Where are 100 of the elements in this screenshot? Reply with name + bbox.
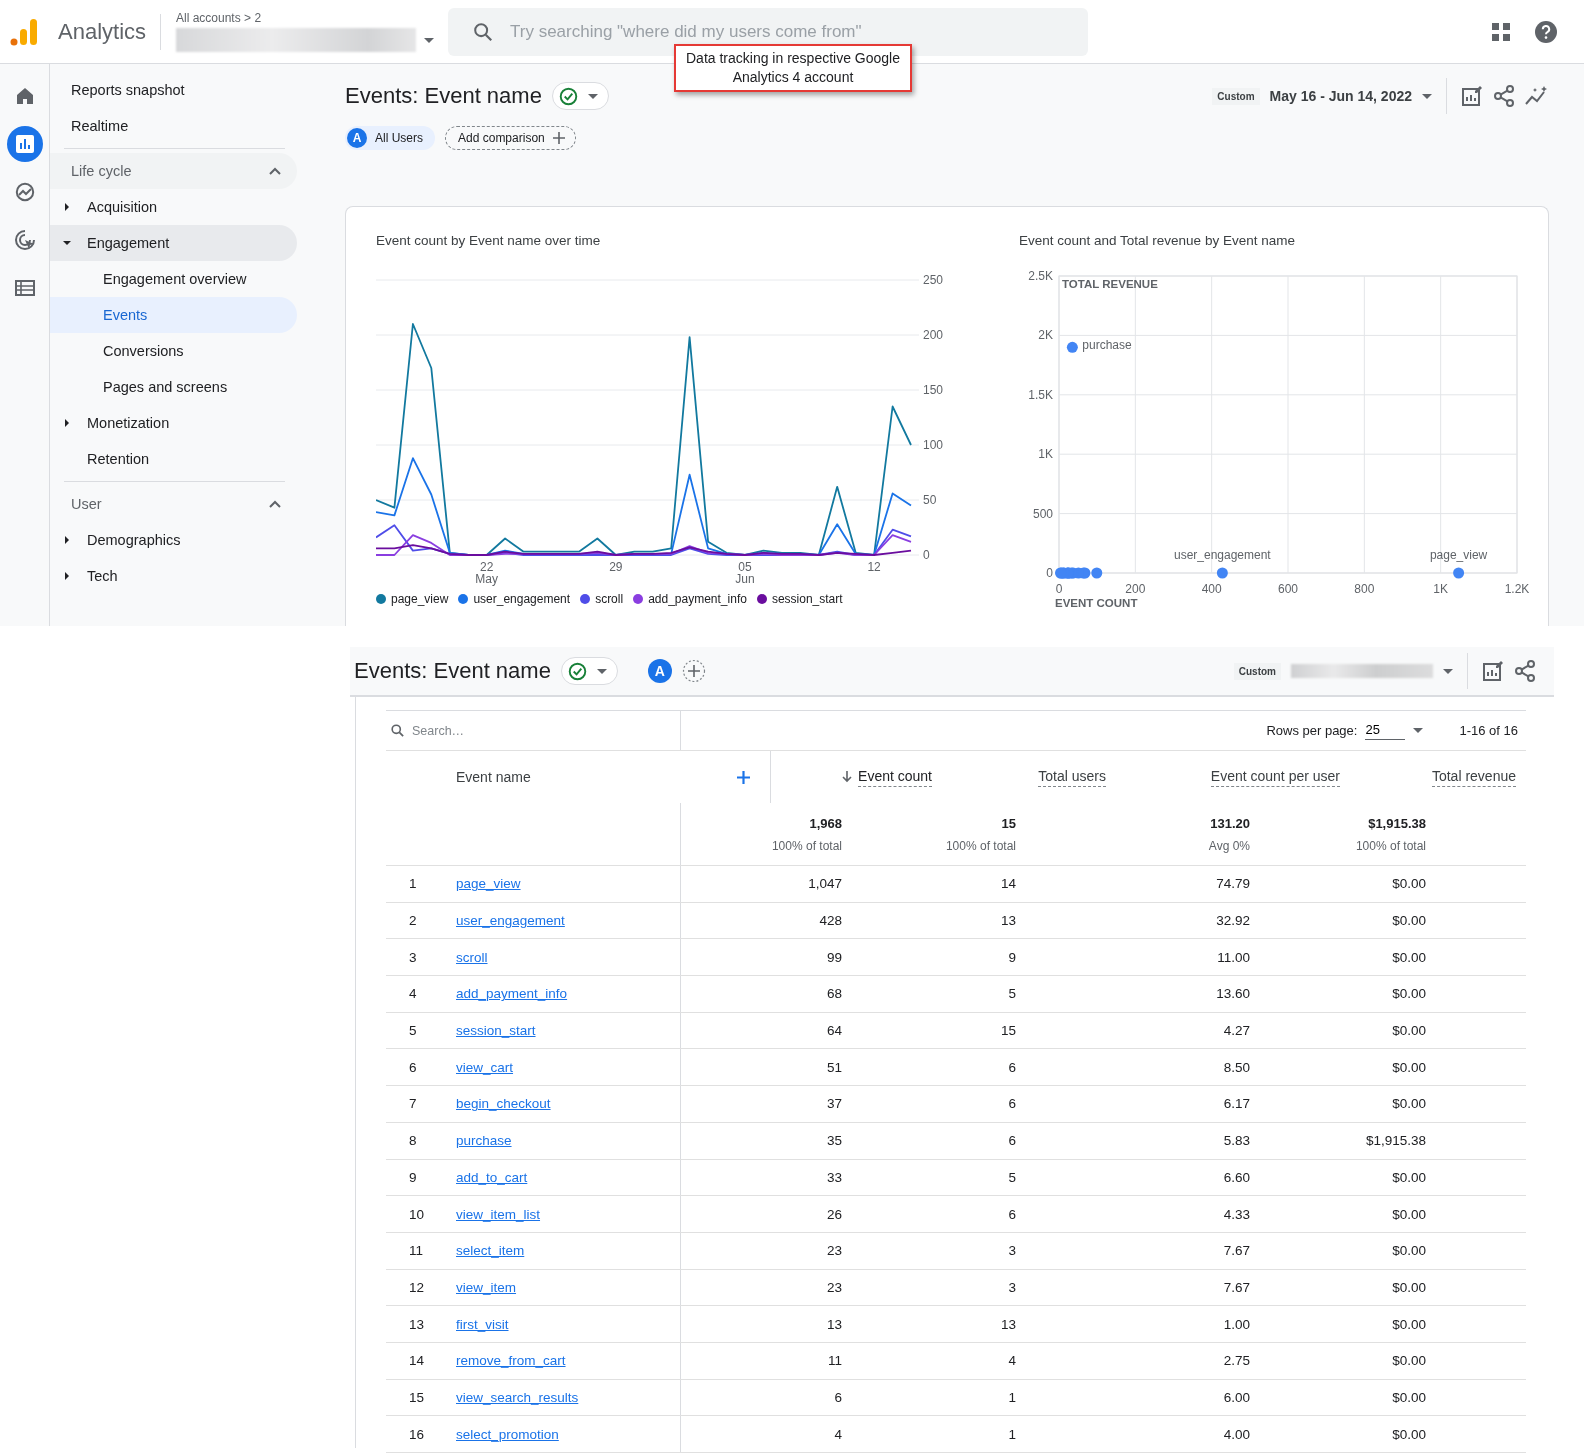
table-cell: 4 xyxy=(834,1426,842,1442)
table-cell: 37 xyxy=(826,1096,842,1112)
row-number: 1 xyxy=(408,876,418,892)
date-kind-chip: Custom xyxy=(1212,87,1260,105)
table-cell: $0.00 xyxy=(1392,876,1426,892)
y-axis-label: 150 xyxy=(923,383,944,397)
report-title: Events: Event name xyxy=(345,83,542,109)
table-cell: 4.33 xyxy=(1223,1206,1250,1222)
table-cell: $0.00 xyxy=(1392,1316,1426,1332)
total-note: 100% of total xyxy=(771,838,842,853)
legend-label: add_payment_info xyxy=(648,592,747,606)
total-value: 131.20 xyxy=(1210,815,1250,831)
total-note: Avg 0% xyxy=(1208,838,1250,853)
annotation-callout: Data tracking in respective Google Analytics 4 account xyxy=(674,44,912,92)
total-value: 1,968 xyxy=(809,815,842,831)
row-number: 8 xyxy=(408,1133,418,1149)
y-axis-title: TOTAL REVENUE xyxy=(1062,278,1158,290)
comparison-label: All Users xyxy=(375,131,423,145)
table-cell: 14 xyxy=(1000,876,1016,892)
avatar-badge: A xyxy=(347,128,367,148)
table-cell: 1.00 xyxy=(1223,1316,1250,1332)
x-axis-label: 22 May xyxy=(475,560,499,586)
table-cell: $0.00 xyxy=(1392,1389,1426,1405)
y-axis-label: 1.5K xyxy=(1028,387,1053,402)
y-axis-label: 2K xyxy=(1038,328,1053,343)
y-axis-label: 0 xyxy=(923,548,930,562)
table-cell: 1 xyxy=(1008,1389,1016,1405)
table-cell: 6 xyxy=(834,1389,842,1405)
table-cell: 3 xyxy=(1008,1243,1016,1259)
x-axis-label: 29 xyxy=(609,560,623,574)
y-axis-label: 250 xyxy=(923,273,944,287)
table-cell: 6 xyxy=(1008,1133,1016,1149)
chart-title: Event count and Total revenue by Event name xyxy=(1019,233,1296,248)
table-cell: 23 xyxy=(826,1279,842,1295)
row-number: 4 xyxy=(408,986,418,1002)
table-cell: $0.00 xyxy=(1392,1023,1426,1039)
y-axis-label: 100 xyxy=(923,438,944,452)
table-cell: 64 xyxy=(826,1023,842,1039)
table-cell: 5.83 xyxy=(1223,1133,1250,1149)
row-number: 5 xyxy=(408,1023,418,1039)
total-value: $1,915.38 xyxy=(1368,815,1426,831)
table-cell: $0.00 xyxy=(1392,1059,1426,1075)
table-cell: 428 xyxy=(819,913,842,929)
y-axis-label: 2.5K xyxy=(1028,269,1053,283)
x-axis-label: 0 xyxy=(1055,582,1063,596)
table-cell: 9 xyxy=(1008,949,1016,965)
date-kind-chip: Custom xyxy=(1233,662,1281,680)
legend-label: session_start xyxy=(771,592,843,606)
row-number: 3 xyxy=(408,949,418,965)
table-cell: $0.00 xyxy=(1392,913,1426,929)
table-cell: 13 xyxy=(826,1316,842,1332)
table-cell: $0.00 xyxy=(1392,1096,1426,1112)
x-axis-label: 05 Jun xyxy=(735,560,755,586)
table-cell: $0.00 xyxy=(1392,1353,1426,1369)
y-axis-label: 200 xyxy=(923,328,944,342)
table-cell: $0.00 xyxy=(1392,949,1426,965)
table-cell: 15 xyxy=(1000,1023,1016,1039)
row-number: 6 xyxy=(408,1059,418,1075)
row-number: 15 xyxy=(408,1389,426,1405)
table-cell: 6.60 xyxy=(1223,1169,1250,1185)
table-cell: 33 xyxy=(826,1169,842,1185)
table-cell: 6 xyxy=(1008,1206,1016,1222)
table-cell: $0.00 xyxy=(1392,1206,1426,1222)
x-axis-title: EVENT COUNT xyxy=(1055,597,1138,609)
table-cell: 32.92 xyxy=(1216,913,1250,929)
table-cell: 5 xyxy=(1008,986,1016,1002)
rows-per-page-label: Rows per page: xyxy=(1266,723,1358,738)
x-axis-label: 1.2K xyxy=(1504,582,1530,596)
x-axis-label: 1K xyxy=(1433,582,1448,596)
total-note: 100% of total xyxy=(1355,838,1426,853)
table-cell: 1 xyxy=(1008,1426,1016,1442)
table-cell: 7.67 xyxy=(1223,1243,1250,1259)
chart-title: Event count by Event name over time xyxy=(376,233,602,248)
total-value: 15 xyxy=(1001,815,1016,831)
table-cell: 35 xyxy=(826,1133,842,1149)
table-cell: 99 xyxy=(826,949,842,965)
table-cell: 51 xyxy=(826,1059,842,1075)
report-title: Events: Event name xyxy=(354,658,551,684)
total-note: 100% of total xyxy=(945,838,1016,853)
row-number: 14 xyxy=(408,1353,426,1369)
row-number: 11 xyxy=(408,1243,424,1259)
y-axis-label: 500 xyxy=(1032,506,1053,521)
row-number: 7 xyxy=(408,1096,418,1112)
point-label: page_view xyxy=(1429,548,1488,562)
table-cell: 13 xyxy=(1000,913,1016,929)
x-axis-label: 12 xyxy=(867,560,881,574)
table-cell: 13 xyxy=(1000,1316,1016,1332)
table-cell: 11.00 xyxy=(1217,949,1250,965)
point-label: user_engagement xyxy=(1174,548,1271,562)
pagination-text: 1-16 of 16 xyxy=(1459,723,1518,738)
y-axis-label: 50 xyxy=(923,493,937,507)
row-number: 12 xyxy=(408,1279,426,1295)
table-cell: $0.00 xyxy=(1392,986,1426,1002)
table-cell: 6.00 xyxy=(1223,1389,1250,1405)
row-number: 2 xyxy=(408,913,418,929)
row-number: 9 xyxy=(408,1169,418,1185)
table-cell: $0.00 xyxy=(1392,1279,1426,1295)
table-cell: 68 xyxy=(826,986,842,1002)
table-cell: 6 xyxy=(1008,1096,1016,1112)
table-cell: 5 xyxy=(1008,1169,1016,1185)
